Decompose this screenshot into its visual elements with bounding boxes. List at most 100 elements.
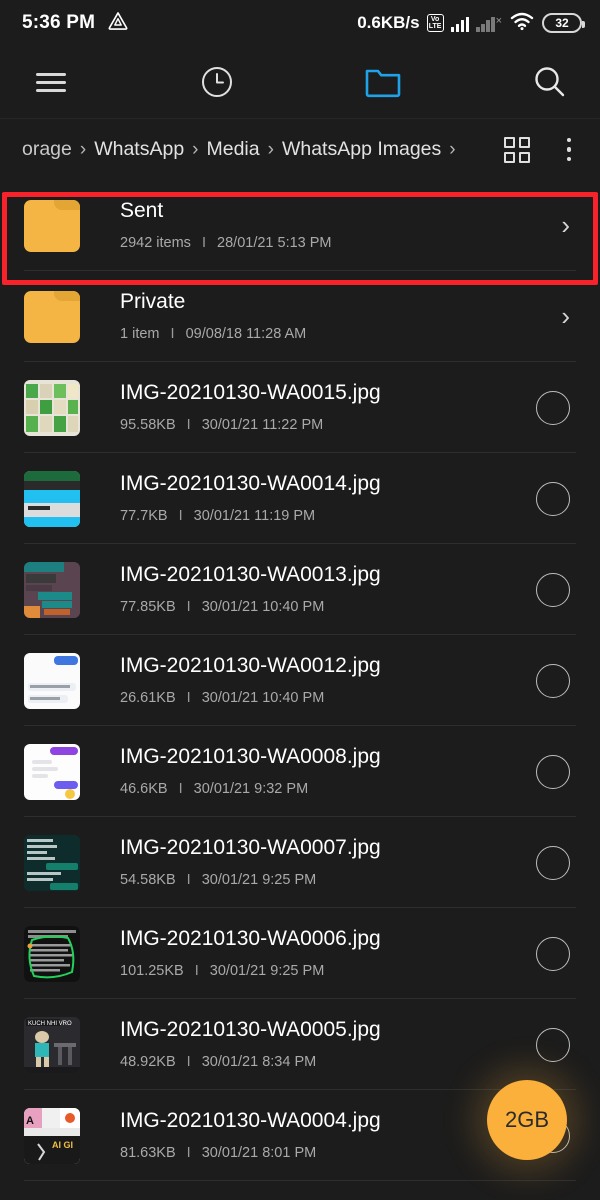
item-date: 30/01/21 11:22 PM	[201, 417, 324, 433]
more-options-icon[interactable]	[556, 137, 582, 162]
item-size: 95.58KB	[120, 417, 176, 433]
item-name: IMG-20210130-WA0014.jpg	[120, 472, 381, 495]
item-size: 54.58KB	[120, 872, 176, 888]
breadcrumb: orage › WhatsApp › Media › WhatsApp Imag…	[0, 118, 600, 180]
breadcrumb-item-storage[interactable]: orage	[22, 138, 72, 161]
image-thumbnail	[24, 561, 80, 618]
list-item-folder-private[interactable]: Private 1 item I 09/08/18 11:28 AM ›	[0, 271, 600, 362]
signal-bars-icon	[450, 15, 470, 32]
svg-text:AI GI: AI GI	[52, 1140, 73, 1150]
item-size: 101.25KB	[120, 963, 184, 979]
hamburger-menu-icon[interactable]	[28, 68, 74, 97]
signal-bars-secondary-icon: ×	[476, 15, 502, 32]
item-date: 30/01/21 10:40 PM	[201, 599, 325, 615]
folder-icon[interactable]	[360, 65, 406, 99]
meta-separator: I	[178, 781, 183, 797]
selection-checkbox[interactable]	[536, 481, 570, 516]
breadcrumb-separator: ›	[79, 138, 87, 160]
image-thumbnail: A AI GI	[24, 1107, 80, 1164]
item-date: 30/01/21 8:34 PM	[201, 1054, 317, 1070]
image-thumbnail	[24, 925, 80, 982]
item-name: Private	[120, 290, 186, 313]
search-icon[interactable]	[526, 64, 572, 100]
item-date: 30/01/21 11:19 PM	[193, 508, 316, 524]
list-item-file[interactable]: IMG-20210130-WA0014.jpg 77.7KB I 30/01/2…	[0, 453, 600, 544]
wifi-icon	[509, 11, 535, 36]
chevron-right-icon[interactable]: ›	[561, 210, 576, 241]
row-divider	[24, 1180, 576, 1181]
no-sim-x-icon: ×	[495, 14, 502, 27]
meta-separator: I	[201, 235, 206, 251]
item-size: 81.63KB	[120, 1145, 176, 1161]
item-name: IMG-20210130-WA0013.jpg	[120, 563, 381, 586]
list-item-file[interactable]: IMG-20210130-WA0006.jpg 101.25KB I 30/01…	[0, 908, 600, 999]
image-thumbnail	[24, 743, 80, 800]
meta-separator: I	[186, 417, 191, 433]
breadcrumb-item-media[interactable]: Media	[207, 138, 260, 161]
item-name: IMG-20210130-WA0007.jpg	[120, 836, 381, 859]
selection-checkbox[interactable]	[536, 1027, 570, 1062]
item-size: 77.7KB	[120, 508, 168, 524]
item-name: Sent	[120, 199, 164, 222]
meta-separator: I	[170, 326, 175, 342]
meta-separator: I	[178, 508, 183, 524]
battery-level-label: 32	[555, 16, 569, 30]
item-size: 46.6KB	[120, 781, 168, 797]
battery-icon: 32	[542, 13, 585, 33]
item-date: 30/01/21 9:25 PM	[201, 872, 317, 888]
breadcrumb-item-whatsapp-images[interactable]: WhatsApp Images	[282, 138, 441, 161]
item-date: 30/01/21 9:25 PM	[209, 963, 325, 979]
svg-text:A: A	[26, 1115, 34, 1127]
selection-checkbox[interactable]	[536, 663, 570, 698]
meta-separator: I	[186, 872, 191, 888]
svg-text:KUCH NHI VRO: KUCH NHI VRO	[28, 1021, 72, 1027]
network-speed-label: 0.6KB/s	[357, 13, 420, 32]
list-item-file[interactable]: IMG-20210130-WA0013.jpg 77.85KB I 30/01/…	[0, 544, 600, 635]
chevron-right-icon[interactable]: ›	[561, 301, 576, 332]
item-name: IMG-20210130-WA0006.jpg	[120, 927, 381, 950]
list-item-file[interactable]: IMG-20210130-WA0008.jpg 46.6KB I 30/01/2…	[0, 726, 600, 817]
item-name: IMG-20210130-WA0008.jpg	[120, 745, 381, 768]
meta-separator: I	[186, 1054, 191, 1070]
list-item-file[interactable]: IMG-20210130-WA0007.jpg 54.58KB I 30/01/…	[0, 817, 600, 908]
selection-checkbox[interactable]	[536, 936, 570, 971]
item-date: 09/08/18 11:28 AM	[185, 326, 307, 342]
top-toolbar	[0, 46, 600, 118]
grid-view-icon[interactable]	[504, 136, 530, 163]
list-item-file[interactable]: KUCH NHI VRO IMG-20210130-WA0005.jpg 48.…	[0, 999, 600, 1090]
file-list: Sent 2942 items I 28/01/21 5:13 PM › Pri…	[0, 180, 600, 1181]
storage-fab-label: 2GB	[504, 1107, 550, 1132]
status-bar: 5:36 PM 0.6KB/s Vo LTE × 32	[0, 0, 600, 46]
list-item-file[interactable]: IMG-20210130-WA0012.jpg 26.61KB I 30/01/…	[0, 635, 600, 726]
image-thumbnail: KUCH NHI VRO	[24, 1016, 80, 1073]
image-thumbnail	[24, 652, 80, 709]
selection-checkbox[interactable]	[536, 845, 570, 880]
list-item-folder-sent[interactable]: Sent 2942 items I 28/01/21 5:13 PM ›	[0, 180, 600, 271]
breadcrumb-item-whatsapp[interactable]: WhatsApp	[94, 138, 184, 161]
image-thumbnail	[24, 834, 80, 891]
breadcrumb-separator: ›	[192, 138, 199, 160]
status-clock: 5:36 PM	[22, 12, 96, 33]
item-count: 2942 items	[120, 235, 191, 251]
breadcrumb-path: orage › WhatsApp › Media › WhatsApp Imag…	[22, 138, 504, 161]
folder-icon	[24, 199, 80, 252]
volte-bottom-text: LTE	[428, 23, 442, 30]
item-name: IMG-20210130-WA0015.jpg	[120, 381, 381, 404]
list-item-file[interactable]: IMG-20210130-WA0015.jpg 95.58KB I 30/01/…	[0, 362, 600, 453]
item-name: IMG-20210130-WA0012.jpg	[120, 654, 381, 677]
folder-icon	[24, 290, 80, 343]
meta-separator: I	[186, 599, 191, 615]
item-date: 28/01/21 5:13 PM	[217, 235, 332, 251]
meta-separator: I	[186, 1145, 191, 1161]
meta-separator: I	[186, 690, 191, 706]
item-size: 77.85KB	[120, 599, 176, 615]
selection-checkbox[interactable]	[536, 572, 570, 607]
storage-fab-button[interactable]: 2GB	[487, 1080, 567, 1160]
clock-icon[interactable]	[194, 64, 240, 100]
selection-checkbox[interactable]	[536, 390, 570, 425]
triangle-icon	[107, 10, 129, 37]
volte-top-text: Vo	[430, 16, 440, 23]
image-thumbnail	[24, 470, 80, 527]
selection-checkbox[interactable]	[536, 754, 570, 789]
file-manager-screen: 5:36 PM 0.6KB/s Vo LTE × 32 orage › What…	[0, 0, 600, 1200]
